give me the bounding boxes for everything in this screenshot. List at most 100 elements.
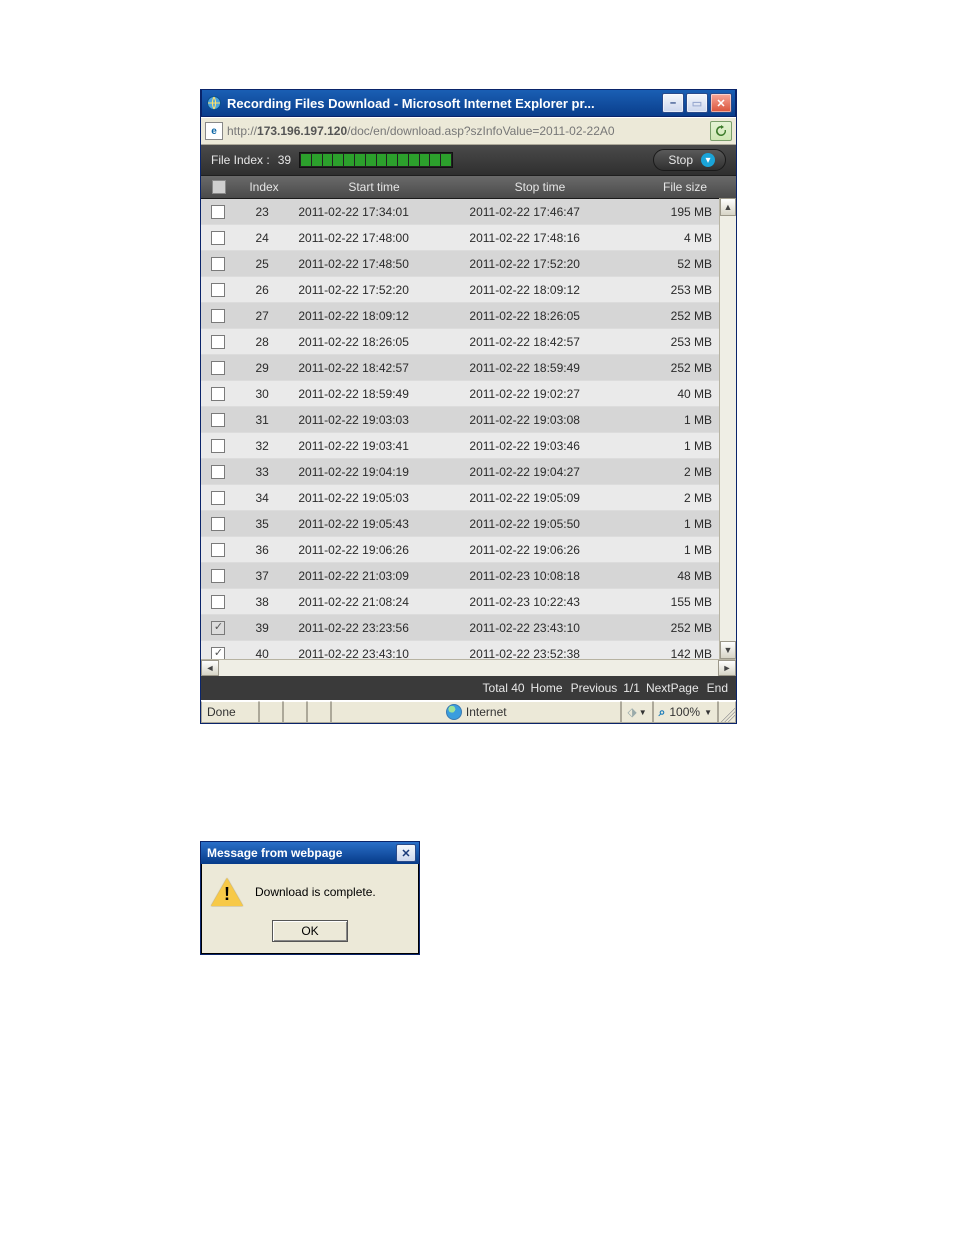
table-row[interactable]: 322011-02-22 19:03:412011-02-22 19:03:46… [201, 433, 736, 459]
table-row[interactable]: 332011-02-22 19:04:192011-02-22 19:04:27… [201, 459, 736, 485]
row-start-time: 2011-02-22 17:52:20 [288, 283, 459, 297]
refresh-button[interactable] [710, 121, 732, 141]
table-row[interactable]: 292011-02-22 18:42:572011-02-22 18:59:49… [201, 355, 736, 381]
pager-page: 1/1 [623, 681, 640, 695]
select-all-checkbox[interactable] [212, 180, 226, 194]
row-checkbox[interactable] [211, 647, 225, 660]
header-start-time[interactable]: Start time [291, 180, 457, 194]
title-bar[interactable]: Recording Files Download - Microsoft Int… [201, 89, 736, 117]
row-checkbox[interactable] [211, 439, 225, 453]
row-checkbox[interactable] [211, 231, 225, 245]
row-start-time: 2011-02-22 17:48:50 [288, 257, 459, 271]
row-checkbox[interactable] [211, 465, 225, 479]
row-stop-time: 2011-02-22 23:43:10 [459, 621, 630, 635]
row-checkbox[interactable] [211, 621, 225, 635]
row-file-size: 253 MB [631, 283, 721, 297]
table-row[interactable]: 392011-02-22 23:23:562011-02-22 23:43:10… [201, 615, 736, 641]
table-row[interactable]: 402011-02-22 23:43:102011-02-22 23:52:38… [201, 641, 736, 659]
row-file-size: 2 MB [631, 491, 721, 505]
scroll-track[interactable] [720, 216, 736, 641]
close-button[interactable]: ✕ [710, 93, 732, 113]
warning-icon: ! [211, 878, 243, 906]
row-start-time: 2011-02-22 18:26:05 [288, 335, 459, 349]
row-stop-time: 2011-02-22 19:05:50 [459, 517, 630, 531]
header-index[interactable]: Index [237, 180, 291, 194]
down-arrow-icon: ▾ [701, 153, 715, 167]
table-row[interactable]: 342011-02-22 19:05:032011-02-22 19:05:09… [201, 485, 736, 511]
row-checkbox[interactable] [211, 361, 225, 375]
row-start-time: 2011-02-22 23:43:10 [288, 647, 459, 660]
row-checkbox[interactable] [211, 283, 225, 297]
table-row[interactable]: 242011-02-22 17:48:002011-02-22 17:48:16… [201, 225, 736, 251]
hscroll-track[interactable] [219, 660, 718, 676]
row-index: 35 [236, 517, 288, 531]
row-index: 38 [236, 595, 288, 609]
row-start-time: 2011-02-22 21:03:09 [288, 569, 459, 583]
stop-button[interactable]: Stop ▾ [653, 149, 726, 171]
row-start-time: 2011-02-22 19:03:41 [288, 439, 459, 453]
pager-home[interactable]: Home [529, 681, 565, 695]
scroll-left-button[interactable]: ◄ [201, 660, 219, 676]
address-text[interactable]: http://173.196.197.120/doc/en/download.a… [227, 124, 706, 138]
scroll-up-button[interactable]: ▲ [720, 198, 736, 216]
row-checkbox[interactable] [211, 543, 225, 557]
status-pane-1 [259, 701, 283, 723]
table-row[interactable]: 382011-02-22 21:08:242011-02-23 10:22:43… [201, 589, 736, 615]
row-checkbox[interactable] [211, 517, 225, 531]
row-checkbox[interactable] [211, 309, 225, 323]
row-checkbox[interactable] [211, 387, 225, 401]
table-row[interactable]: 302011-02-22 18:59:492011-02-22 19:02:27… [201, 381, 736, 407]
table-header: Index Start time Stop time File size [201, 176, 736, 199]
zoom-pane[interactable]: ⌕ 100% ▼ [653, 701, 718, 723]
pager-previous[interactable]: Previous [569, 681, 620, 695]
pager-end[interactable]: End [705, 681, 730, 695]
row-checkbox[interactable] [211, 569, 225, 583]
dialog-close-button[interactable]: ✕ [396, 844, 416, 862]
ie-logo-icon [206, 95, 222, 111]
globe-icon [446, 704, 462, 720]
table-row[interactable]: 362011-02-22 19:06:262011-02-22 19:06:26… [201, 537, 736, 563]
row-checkbox[interactable] [211, 413, 225, 427]
table-row[interactable]: 232011-02-22 17:34:012011-02-22 17:46:47… [201, 199, 736, 225]
maximize-button[interactable]: ▭ [686, 93, 708, 113]
row-index: 36 [236, 543, 288, 557]
minimize-button[interactable]: – [662, 93, 684, 113]
file-index-value: 39 [278, 153, 291, 167]
row-stop-time: 2011-02-22 17:46:47 [459, 205, 630, 219]
resize-grip[interactable] [718, 701, 736, 723]
pager: Total 40 Home Previous 1/1 NextPage End [201, 676, 736, 700]
row-start-time: 2011-02-22 19:03:03 [288, 413, 459, 427]
row-file-size: 48 MB [631, 569, 721, 583]
row-checkbox[interactable] [211, 335, 225, 349]
table-row[interactable]: 262011-02-22 17:52:202011-02-22 18:09:12… [201, 277, 736, 303]
row-stop-time: 2011-02-22 19:04:27 [459, 465, 630, 479]
row-checkbox[interactable] [211, 491, 225, 505]
row-checkbox[interactable] [211, 205, 225, 219]
table-row[interactable]: 352011-02-22 19:05:432011-02-22 19:05:50… [201, 511, 736, 537]
url-host: 173.196.197.120 [257, 124, 347, 138]
row-checkbox[interactable] [211, 257, 225, 271]
table-row[interactable]: 282011-02-22 18:26:052011-02-22 18:42:57… [201, 329, 736, 355]
table-row[interactable]: 252011-02-22 17:48:502011-02-22 17:52:20… [201, 251, 736, 277]
protected-mode-pane[interactable]: ⬗ ▼ [621, 701, 652, 723]
row-index: 40 [236, 647, 288, 660]
dialog-title-bar[interactable]: Message from webpage ✕ [201, 842, 419, 864]
row-checkbox[interactable] [211, 595, 225, 609]
vertical-scrollbar[interactable]: ▲ ▼ [719, 198, 736, 659]
dialog-ok-button[interactable]: OK [272, 920, 348, 942]
row-index: 37 [236, 569, 288, 583]
table-row[interactable]: 372011-02-22 21:03:092011-02-23 10:08:18… [201, 563, 736, 589]
row-start-time: 2011-02-22 19:04:19 [288, 465, 459, 479]
header-stop-time[interactable]: Stop time [457, 180, 623, 194]
pager-next[interactable]: NextPage [644, 681, 701, 695]
header-file-size[interactable]: File size [623, 180, 715, 194]
progress-bar [299, 152, 453, 168]
horizontal-scrollbar[interactable]: ◄ ► [201, 659, 736, 676]
scroll-down-button[interactable]: ▼ [720, 641, 736, 659]
scroll-right-button[interactable]: ► [718, 660, 736, 676]
table-row[interactable]: 272011-02-22 18:09:122011-02-22 18:26:05… [201, 303, 736, 329]
row-stop-time: 2011-02-22 18:42:57 [459, 335, 630, 349]
table-row[interactable]: 312011-02-22 19:03:032011-02-22 19:03:08… [201, 407, 736, 433]
table-body: 232011-02-22 17:34:012011-02-22 17:46:47… [201, 199, 736, 659]
row-start-time: 2011-02-22 19:06:26 [288, 543, 459, 557]
